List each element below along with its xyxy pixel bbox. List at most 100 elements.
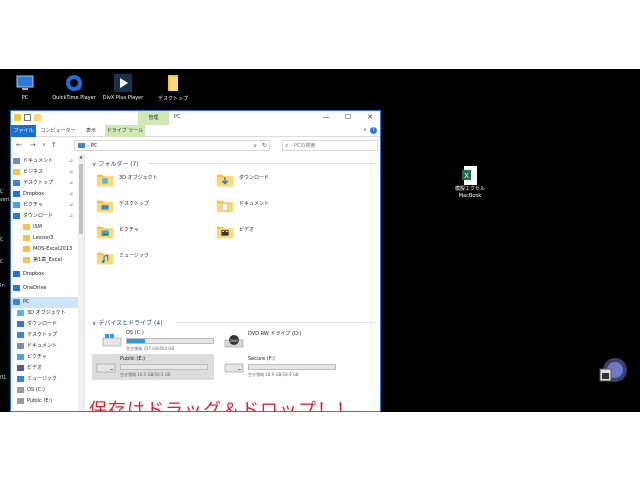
folder-item[interactable]: 3D オブジェクト bbox=[86, 170, 186, 192]
drives-group-header[interactable]: ∨ デバイスとドライブ (4) bbox=[92, 318, 163, 327]
folder-item[interactable]: ダウンロード bbox=[206, 170, 306, 192]
minimize-button[interactable]: — bbox=[315, 111, 337, 125]
nav-scrollbar[interactable]: ▲ bbox=[78, 154, 84, 411]
tab-view[interactable]: 表示 bbox=[81, 125, 101, 137]
drive-name: Secure (F:) bbox=[248, 356, 275, 362]
drive-item[interactable]: Secure (F:) 空き領域 18.9 GB/18.9 GB bbox=[220, 354, 338, 380]
back-button[interactable]: ← bbox=[16, 141, 22, 149]
nav-item-label: Dropbox bbox=[23, 271, 45, 277]
nav-item[interactable]: 第1章_Excel bbox=[11, 255, 84, 266]
drive-icon bbox=[17, 387, 24, 393]
pc-icon bbox=[15, 73, 35, 93]
folder-label: ミュージック bbox=[119, 253, 149, 259]
nav-item[interactable]: ドキュメント ⊿ bbox=[11, 156, 84, 167]
nav-item[interactable]: Public (E:) bbox=[11, 396, 84, 407]
folder-icon bbox=[23, 257, 30, 263]
desktop-icon-desktop-folder[interactable]: デスクトップ bbox=[148, 73, 198, 102]
nav-item[interactable]: OS (C:) bbox=[11, 385, 84, 396]
folders-group-label: フォルダー (7) bbox=[98, 161, 139, 168]
new-folder-icon[interactable] bbox=[34, 114, 41, 121]
address-dropdown-icon[interactable]: ∨ bbox=[253, 141, 257, 151]
drive-usage-bar bbox=[248, 364, 336, 370]
desktop-icon-pc[interactable]: PC bbox=[0, 73, 50, 101]
nav-item[interactable]: デスクトップ ⊿ bbox=[11, 178, 84, 189]
folders-group-header[interactable]: ∨ フォルダー (7) bbox=[92, 159, 139, 168]
desktop-icon-divx[interactable]: DivX Plus Player bbox=[98, 73, 148, 101]
nav-item[interactable]: Lesson3 bbox=[11, 233, 84, 244]
breadcrumb-pc[interactable]: PC bbox=[91, 143, 98, 149]
drive-item[interactable]: DVD DVD RW ドライブ (D:) bbox=[220, 328, 338, 354]
ribbon-expand-button[interactable]: ∨ bbox=[363, 127, 367, 133]
folder-item[interactable]: ビデオ bbox=[206, 222, 306, 244]
nav-item[interactable]: PC bbox=[11, 297, 84, 308]
downloads-icon bbox=[216, 172, 234, 188]
nav-item-label: ビジネス bbox=[23, 169, 44, 175]
nav-item-label: OS (C:) bbox=[27, 387, 45, 393]
tab-computer[interactable]: コンピューター bbox=[38, 125, 78, 137]
nav-item-label: OneDrive bbox=[23, 285, 47, 291]
folder-item[interactable]: ミュージック bbox=[86, 248, 186, 270]
maximize-button[interactable]: ☐ bbox=[337, 111, 359, 125]
nav-item[interactable]: ビデオ bbox=[11, 363, 84, 374]
refresh-icon[interactable]: ↻ bbox=[262, 141, 267, 151]
downloads-icon bbox=[17, 321, 24, 327]
pin-icon: ⊿ bbox=[68, 213, 73, 219]
edge-fragment: In bbox=[0, 283, 5, 289]
folder-item[interactable]: デスクトップ bbox=[86, 196, 186, 218]
nav-item-label: ダウンロード bbox=[23, 213, 54, 219]
drive-item[interactable]: OS (C:) 空き領域 357 GB/454 GB bbox=[98, 328, 216, 354]
nav-item-label: ダウンロード bbox=[27, 321, 58, 327]
forward-button[interactable]: → bbox=[30, 141, 36, 149]
folder-label: ダウンロード bbox=[239, 175, 270, 181]
nav-item[interactable]: 3D オブジェクト bbox=[11, 308, 84, 319]
folder-item[interactable]: ピクチャ bbox=[86, 222, 186, 244]
close-button[interactable]: ✕ bbox=[359, 111, 380, 125]
folder-icon bbox=[23, 246, 30, 252]
nav-item[interactable]: ダウンロード bbox=[11, 319, 84, 330]
drive-item[interactable]: Public (E:) 空き領域 10.5 GB/10.5 GB bbox=[92, 354, 214, 380]
folder-label: ビデオ bbox=[239, 227, 255, 233]
edge-fragment: C bbox=[0, 259, 4, 265]
tab-drive-tools[interactable]: ドライブ ツール bbox=[105, 125, 145, 137]
nav-item[interactable]: デスクトップ bbox=[11, 330, 84, 341]
nav-item[interactable]: OneDrive bbox=[11, 283, 84, 294]
screen-recorder-icon[interactable] bbox=[598, 355, 628, 385]
file-explorer-window: 管理 PC — ☐ ✕ ファイル コンピューター 表示 ドライブ ツール ∨ ?… bbox=[10, 110, 381, 412]
address-field[interactable]: › PC ∨ ↻ bbox=[74, 140, 270, 151]
up-button[interactable]: ↑ bbox=[51, 141, 57, 149]
dropbox-icon bbox=[13, 271, 20, 277]
3d-objects-icon bbox=[17, 310, 24, 316]
nav-item-label: デスクトップ bbox=[27, 332, 58, 338]
context-tab-manage[interactable]: 管理 bbox=[138, 111, 169, 125]
nav-item[interactable]: iSM bbox=[11, 222, 84, 233]
desktop-icon-quicktime[interactable]: QuickTime Player bbox=[49, 73, 99, 101]
onedrive-icon bbox=[13, 285, 20, 291]
nav-item-label: ミュージック bbox=[27, 376, 57, 382]
desktop-excel-file[interactable]: X 模擬エクセル MacBook bbox=[450, 166, 490, 200]
pc-icon bbox=[78, 143, 85, 148]
recent-locations-button[interactable]: ∨ bbox=[42, 142, 46, 148]
excel-file-label-1: 模擬エクセル bbox=[454, 186, 485, 192]
nav-item-label: ドキュメント bbox=[23, 158, 54, 164]
tab-file[interactable]: ファイル bbox=[11, 125, 36, 137]
help-button[interactable]: ? bbox=[370, 127, 377, 134]
drive-name: DVD RW ドライブ (D:) bbox=[248, 331, 302, 337]
nav-item[interactable]: ドキュメント bbox=[11, 341, 84, 352]
desktop-icon-label: PC bbox=[21, 95, 29, 101]
nav-item[interactable]: Dropbox bbox=[11, 269, 84, 280]
nav-scroll-thumb[interactable] bbox=[79, 164, 83, 234]
properties-icon[interactable] bbox=[24, 114, 31, 121]
nav-item[interactable]: Dropbox ⊿ bbox=[11, 189, 84, 200]
folder-item[interactable]: ドキュメント bbox=[206, 196, 306, 218]
nav-item-label: iSM bbox=[33, 224, 42, 230]
music-icon bbox=[17, 376, 24, 382]
scroll-up-icon[interactable]: ▲ bbox=[78, 154, 84, 161]
edge-fragment: 01 bbox=[0, 375, 7, 381]
nav-item[interactable]: ピクチャ bbox=[11, 352, 84, 363]
nav-item[interactable]: ビジネス ⊿ bbox=[11, 167, 84, 178]
nav-item[interactable]: ピクチャ ⊿ bbox=[11, 200, 84, 211]
nav-item[interactable]: ミュージック bbox=[11, 374, 84, 385]
nav-item[interactable]: ダウンロード ⊿ bbox=[11, 211, 84, 222]
nav-item[interactable]: MOS-Excel2013 bbox=[11, 244, 84, 255]
search-input[interactable]: ⌕ PCの検索 bbox=[282, 140, 378, 151]
